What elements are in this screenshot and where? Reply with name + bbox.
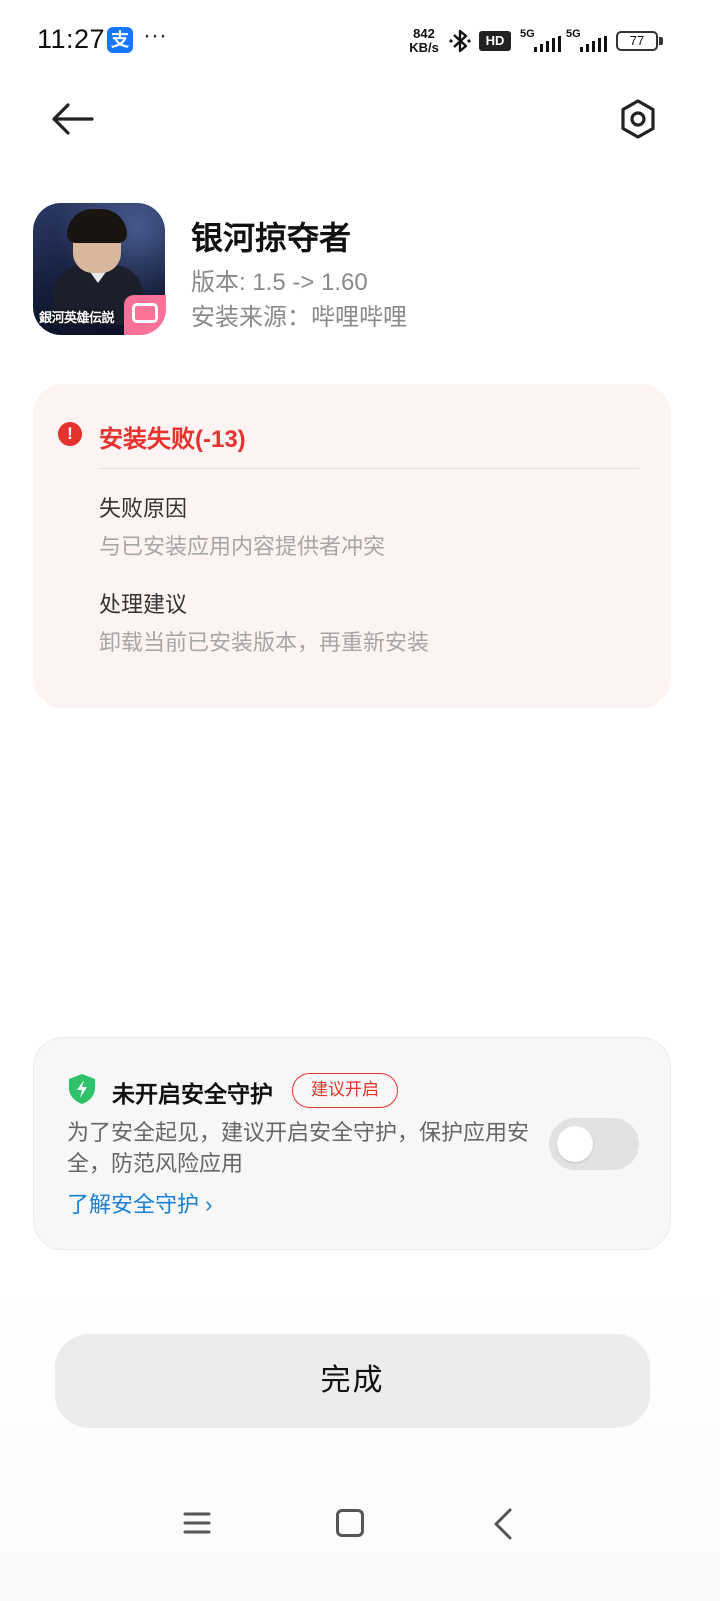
failure-reason-text: 与已安装应用内容提供者冲突	[99, 534, 386, 559]
back-button[interactable]	[48, 96, 98, 142]
suggestion-label: 处理建议	[99, 592, 188, 617]
signal-bars-icon	[580, 36, 607, 52]
security-title: 未开启安全守护	[112, 1081, 273, 1107]
status-bar: 11:27 支 ··· 842 KB/s HD 5G 5G 77	[0, 0, 720, 84]
error-alert-icon: !	[58, 422, 82, 446]
arrow-left-icon	[52, 103, 94, 135]
bilibili-tv-icon	[132, 303, 158, 323]
app-install-source: 安装来源：哔哩哔哩	[191, 304, 407, 331]
done-button[interactable]: 完成	[55, 1334, 650, 1428]
signal-bars-icon	[534, 36, 561, 52]
learn-security-link[interactable]: 了解安全守护 ›	[67, 1187, 212, 1219]
settings-button[interactable]	[614, 95, 662, 143]
bottom-area	[0, 1280, 720, 1601]
app-icon-figure-hair	[67, 209, 127, 243]
more-notifications-icon: ···	[143, 22, 167, 49]
home-square-icon[interactable]	[336, 1509, 364, 1537]
failure-reason-label: 失败原因	[99, 496, 188, 521]
hd-voice-icon: HD	[479, 31, 511, 51]
app-version: 版本: 1.5 -> 1.60	[191, 269, 368, 296]
shield-icon	[69, 1074, 95, 1104]
error-divider	[99, 468, 639, 469]
recommend-enable-badge: 建议开启	[292, 1073, 398, 1108]
status-time: 11:27	[37, 24, 106, 54]
suggestion-text: 卸载当前已安装版本，再重新安装	[99, 630, 430, 655]
battery-icon: 77	[616, 31, 658, 51]
network-speed-unit: KB/s	[409, 40, 439, 55]
gear-hexagon-icon	[621, 99, 655, 139]
security-description: 为了安全起见，建议开启安全守护，保护应用安全，防范风险应用	[67, 1120, 530, 1176]
app-name: 银河掠夺者	[191, 220, 352, 256]
security-toggle-knob[interactable]	[557, 1126, 593, 1162]
menu-icon[interactable]	[182, 1508, 212, 1538]
network-speed: 842 KB/s	[405, 27, 443, 55]
error-title: 安装失败(-13)	[99, 426, 246, 453]
alipay-icon: 支	[107, 27, 133, 53]
chevron-left-icon[interactable]	[488, 1506, 518, 1542]
bluetooth-icon	[449, 29, 471, 53]
network-speed-value: 842	[413, 26, 435, 41]
app-icon-logo-text: 銀河英雄伝説	[39, 310, 115, 325]
battery-tip	[659, 37, 663, 45]
